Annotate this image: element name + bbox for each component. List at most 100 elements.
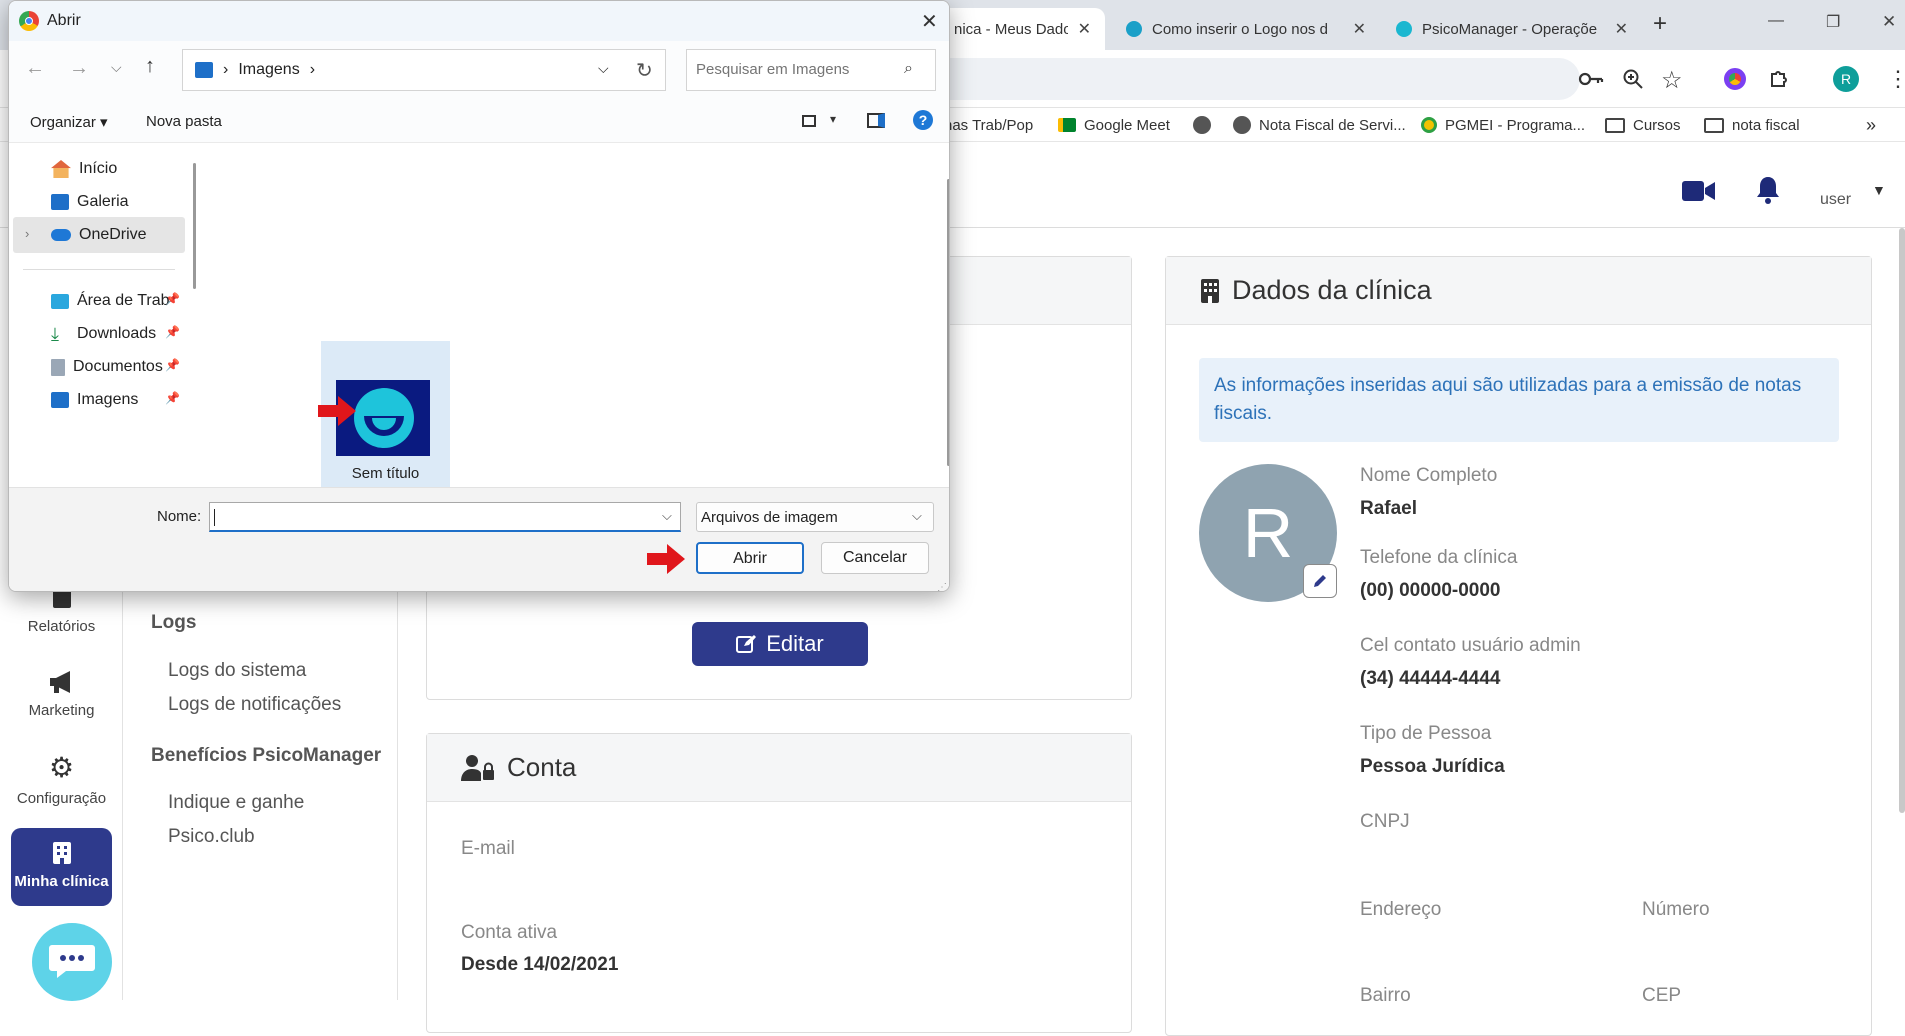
chevron-down-icon[interactable]: ⌵: [912, 508, 922, 524]
megaphone-icon: [0, 670, 123, 694]
globe-icon[interactable]: [1193, 108, 1211, 142]
gear-icon: ⚙: [48, 752, 75, 783]
bookmark-item[interactable]: Google Meet: [1058, 108, 1170, 142]
bookmark-star-icon[interactable]: ☆: [1661, 66, 1683, 95]
resize-grip-icon[interactable]: ⋰: [937, 582, 947, 591]
close-icon[interactable]: ✕: [1615, 19, 1628, 39]
field-value: Rafael: [1360, 498, 1418, 519]
nav-item-documentos[interactable]: Documentos 📌: [9, 349, 185, 385]
field-label: CNPJ: [1360, 811, 1410, 832]
file-list-scrollbar[interactable]: [947, 179, 949, 466]
nav-label: Área de Trab: [77, 292, 170, 309]
nav-item-onedrive[interactable]: › OneDrive: [13, 217, 185, 253]
rail-label: Configuração: [16, 790, 107, 807]
chevron-down-icon[interactable]: ▼: [1872, 182, 1886, 198]
more-bookmarks-icon[interactable]: »: [1866, 108, 1876, 142]
close-icon[interactable]: ✕: [1353, 19, 1366, 39]
puzzle-icon[interactable]: [1768, 66, 1792, 90]
search-icon[interactable]: ⌕: [904, 60, 913, 78]
key-icon[interactable]: [1578, 69, 1604, 89]
edit-icon: [736, 635, 757, 653]
dialog-title: Abrir: [47, 12, 81, 29]
google-meet-icon: [1058, 118, 1076, 132]
close-icon[interactable]: ✕: [1078, 19, 1091, 39]
new-folder-button[interactable]: Nova pasta: [146, 113, 222, 130]
text-cursor: [214, 509, 215, 526]
rail-label: Marketing: [28, 702, 95, 719]
view-dropdown-icon[interactable]: ▾: [830, 112, 836, 126]
minimize-icon[interactable]: —: [1768, 12, 1784, 30]
nav-scrollbar[interactable]: [193, 163, 196, 289]
clinic-data-card: Dados da clínica As informações inserida…: [1165, 256, 1872, 1036]
organize-menu[interactable]: Organizar ▾: [30, 113, 108, 131]
restore-icon[interactable]: ❐: [1826, 12, 1840, 32]
close-icon[interactable]: ✕: [921, 9, 938, 34]
new-tab-button[interactable]: +: [1653, 10, 1667, 38]
page-scrollbar[interactable]: [1899, 228, 1905, 813]
file-type-filter[interactable]: Arquivos de imagem ⌵: [696, 502, 934, 532]
bookmark-item[interactable]: PGMEI - Programa...: [1421, 108, 1585, 142]
breadcrumb-folder[interactable]: Imagens: [238, 61, 299, 79]
close-window-icon[interactable]: ✕: [1882, 12, 1896, 32]
bookmark-folder[interactable]: Cursos: [1605, 108, 1681, 142]
chat-support-button[interactable]: [32, 923, 112, 1001]
chevron-down-icon[interactable]: ⌵: [662, 508, 672, 524]
help-icon[interactable]: ?: [913, 110, 933, 130]
up-arrow-icon[interactable]: ↑: [145, 55, 155, 78]
open-button[interactable]: Abrir: [696, 542, 804, 574]
info-alert: As informações inseridas aqui são utiliz…: [1199, 358, 1839, 442]
submenu-item[interactable]: Logs de notificações: [168, 694, 341, 716]
profile-avatar[interactable]: R: [1833, 66, 1859, 92]
user-avatar[interactable]: user: [1820, 170, 1860, 210]
file-name-field[interactable]: ⌵: [209, 502, 681, 532]
notification-bell-icon[interactable]: [1754, 175, 1782, 205]
bookmark-item[interactable]: Nota Fiscal de Servi...: [1233, 108, 1406, 142]
submenu-item[interactable]: Psico.club: [168, 826, 255, 848]
tab-como-inserir-logo[interactable]: Como inserir o Logo nos d ✕: [1112, 8, 1380, 50]
video-call-icon[interactable]: [1682, 180, 1716, 202]
extension-icon[interactable]: [1724, 68, 1746, 90]
file-open-dialog: Abrir ✕ ← → ⌵ ↑ › Imagens › ⌵ ↻ ⌕ Organi…: [8, 0, 950, 592]
refresh-icon[interactable]: ↻: [636, 58, 653, 83]
tab-psicomanager[interactable]: PsicoManager - Operaçõe ✕: [1382, 8, 1642, 50]
rail-item-marketing[interactable]: Marketing: [0, 670, 123, 719]
nav-label: Imagens: [77, 391, 139, 408]
expand-chevron-icon[interactable]: ›: [25, 226, 29, 241]
nav-item-galeria[interactable]: Galeria: [9, 184, 185, 220]
rail-item-configuracao[interactable]: ⚙ Configuração: [0, 752, 123, 808]
search-box[interactable]: ⌕: [686, 49, 936, 91]
nav-item-imagens[interactable]: Imagens 📌: [9, 382, 185, 418]
bookmark-label: PGMEI - Programa...: [1445, 116, 1586, 134]
card-title: Conta: [507, 752, 577, 782]
recent-chevron-icon[interactable]: ⌵: [111, 59, 122, 76]
nav-item-downloads[interactable]: ⤓ Downloads 📌: [9, 316, 185, 352]
edit-button[interactable]: Editar: [692, 622, 868, 666]
organize-label: Organizar: [30, 114, 96, 131]
chat-bubble-icon: [49, 945, 95, 978]
bookmark-folder[interactable]: nota fiscal: [1704, 108, 1800, 142]
avatar-edit-button[interactable]: [1303, 564, 1337, 598]
rail-item-minha-clinica[interactable]: Minha clínica: [11, 828, 112, 906]
breadcrumb-separator-icon: ›: [223, 61, 229, 78]
path-breadcrumb[interactable]: › Imagens › ⌵ ↻: [182, 49, 666, 91]
back-arrow-icon[interactable]: ←: [25, 57, 45, 80]
preview-pane-icon[interactable]: [867, 113, 885, 128]
tab-meus-dados[interactable]: nica - Meus Dado ✕: [940, 8, 1105, 50]
search-input[interactable]: [687, 50, 887, 88]
path-dropdown-icon[interactable]: ⌵: [598, 60, 609, 77]
nav-item-inicio[interactable]: Início: [9, 151, 185, 187]
bookmark-item[interactable]: has Trab/Pop: [944, 108, 1033, 142]
menu-kebab-icon[interactable]: ⋮: [1887, 66, 1905, 92]
submenu-heading: Logs: [151, 612, 197, 633]
cancel-button[interactable]: Cancelar: [821, 542, 929, 574]
view-mode-icon[interactable]: [802, 115, 816, 127]
zoom-icon[interactable]: [1622, 68, 1644, 90]
forward-arrow-icon[interactable]: →: [69, 57, 89, 80]
field-label: Tipo de Pessoa: [1360, 723, 1492, 744]
rail-item-relatorios[interactable]: Relatórios: [0, 588, 123, 635]
bookmark-label: nota fiscal: [1732, 116, 1800, 134]
submenu-item[interactable]: Logs do sistema: [168, 660, 306, 682]
nav-item-desktop[interactable]: Área de Trab 📌: [9, 283, 185, 319]
desktop-icon: [51, 293, 69, 309]
submenu-item[interactable]: Indique e ganhe: [168, 792, 304, 814]
